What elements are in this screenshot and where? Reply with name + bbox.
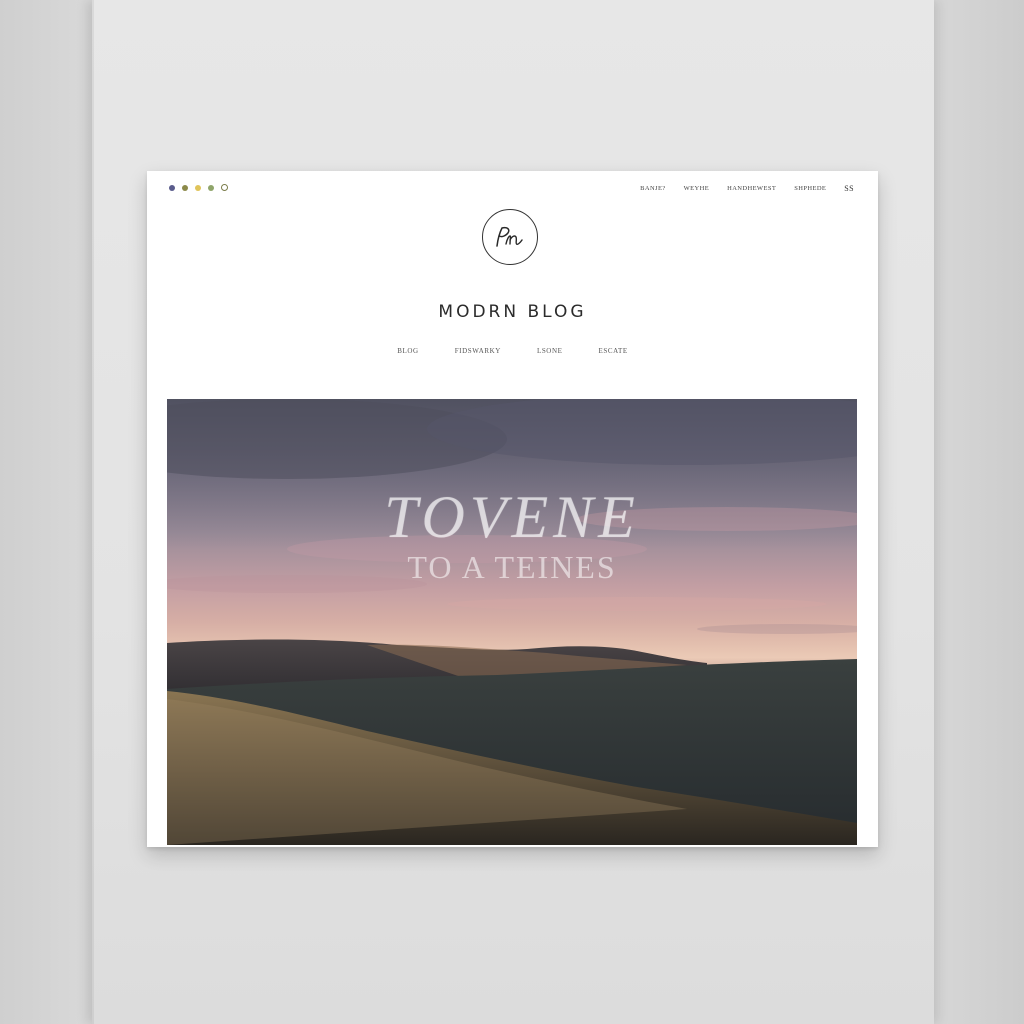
monogram-logo-icon <box>496 226 523 247</box>
topnav-item-1[interactable]: BANJE? <box>640 185 666 192</box>
window-dot-yellow-icon[interactable] <box>195 184 201 191</box>
blog-page-mockup: BANJE? WEYHE HANDHEWEST SHPHEDE ß MODRN … <box>147 171 878 847</box>
topnav-item-2[interactable]: WEYHE <box>684 185 709 192</box>
window-dots <box>169 184 228 191</box>
subnav-item-3[interactable]: LSONE <box>537 347 563 355</box>
sub-navigation: BLOG FIDSWARKY LSONE ESCATE <box>147 347 878 355</box>
topnav-item-3[interactable]: HANDHEWEST <box>727 185 776 192</box>
hero-image: TOVENE TO A TEINES <box>167 399 857 845</box>
topnav-extra-icon[interactable]: ß <box>844 184 854 193</box>
subnav-item-blog[interactable]: BLOG <box>397 347 418 355</box>
hero-title: TOVENE <box>384 484 640 550</box>
board-edge <box>92 0 94 1024</box>
window-dot-purple-icon[interactable] <box>169 184 175 191</box>
window-dot-green-icon[interactable] <box>208 184 214 191</box>
top-navigation: BANJE? WEYHE HANDHEWEST SHPHEDE ß <box>640 184 854 193</box>
topnav-item-4[interactable]: SHPHEDE <box>794 185 826 192</box>
landscape-illustration <box>167 399 857 845</box>
subnav-item-2[interactable]: FIDSWARKY <box>455 347 501 355</box>
site-title: MODRN BLOG <box>438 302 587 322</box>
subnav-item-4[interactable]: ESCATE <box>599 347 628 355</box>
window-dot-ring-icon[interactable] <box>221 184 228 191</box>
site-logo[interactable] <box>482 209 538 265</box>
hero-subtitle: TO A TEINES <box>407 549 617 585</box>
window-dot-olive-icon[interactable] <box>182 184 188 191</box>
